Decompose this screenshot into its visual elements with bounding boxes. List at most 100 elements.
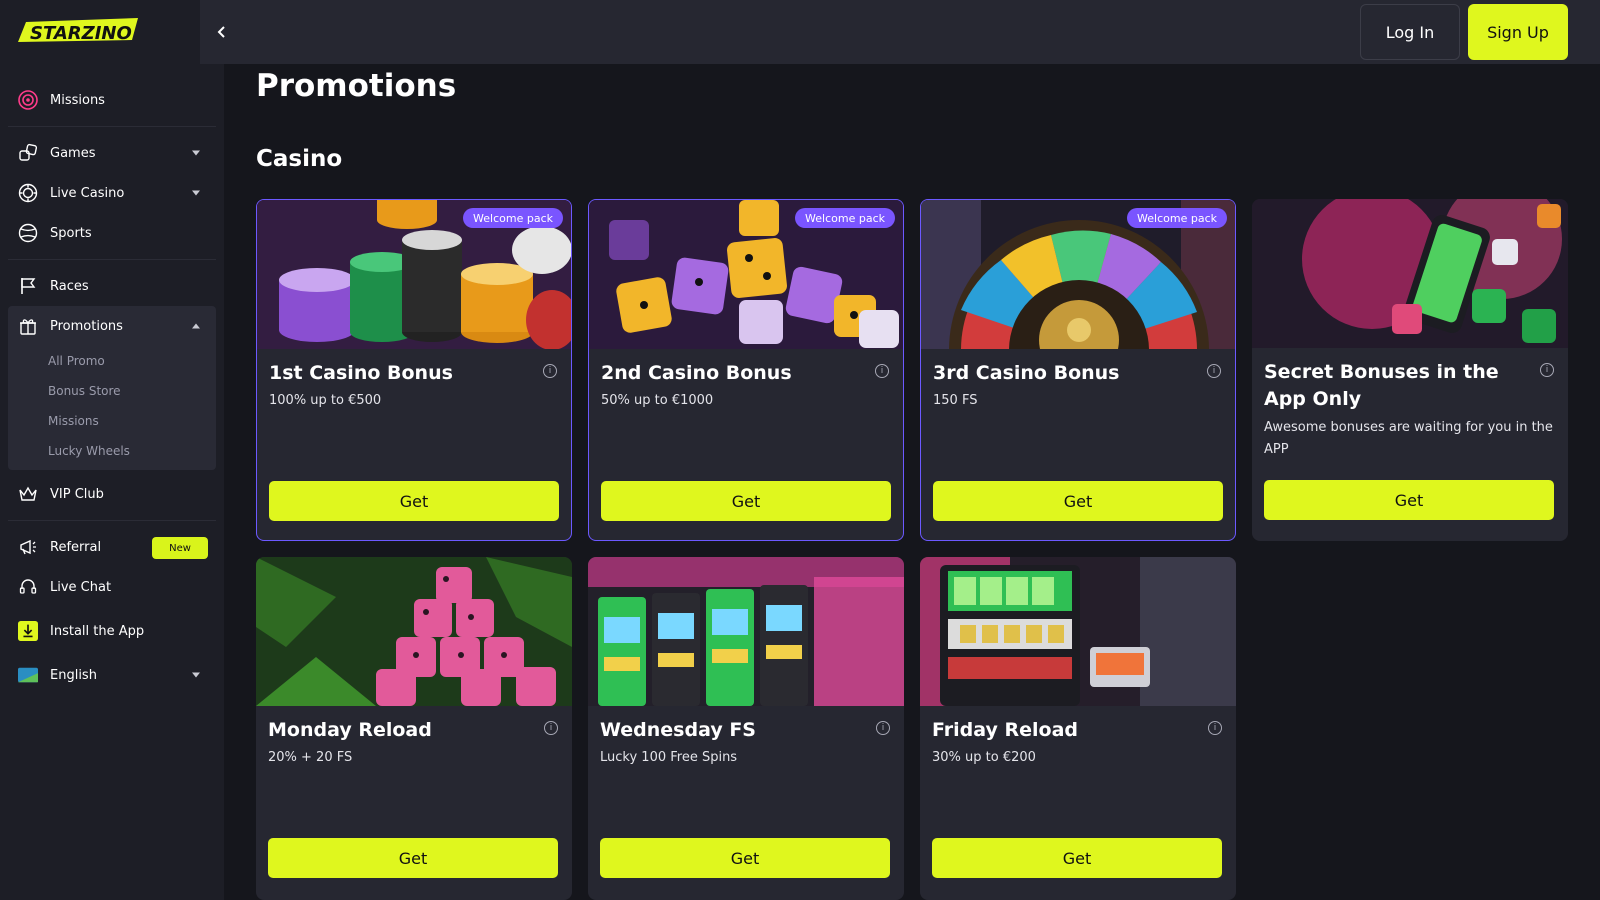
welcome-pack-badge: Welcome pack [1127, 208, 1227, 228]
info-icon[interactable]: i [1207, 364, 1221, 378]
promo-card-1st-casino-bonus[interactable]: Welcome pack 1st Casino Bonus i 100% up … [256, 199, 572, 541]
signup-button[interactable]: Sign Up [1468, 4, 1568, 60]
sidebar-item-label: Live Chat [50, 579, 112, 595]
sidebar-item-games[interactable]: Games [8, 133, 216, 173]
promo-description: 30% up to €200 [932, 750, 1036, 765]
chevron-left-icon [217, 26, 225, 38]
promo-image-phone [1252, 199, 1568, 348]
promo-image-pink-dice [256, 557, 572, 706]
get-button[interactable]: Get [1264, 480, 1554, 520]
get-button[interactable]: Get [932, 838, 1222, 878]
promo-card-2nd-casino-bonus[interactable]: Welcome pack 2nd Casino Bonus i 50% up t… [588, 199, 904, 541]
sidebar-item-label: Install the App [50, 623, 145, 639]
promo-title: 3rd Casino Bonus [933, 362, 1120, 384]
promo-title: 2nd Casino Bonus [601, 362, 792, 384]
promo-card-friday-reload[interactable]: Friday Reload i 30% up to €200 Get [920, 557, 1236, 900]
sidebar-item-label: Referral [50, 539, 102, 555]
divider [8, 520, 216, 521]
chip-icon [18, 183, 38, 203]
new-badge: New [152, 537, 208, 559]
flag-en-icon [18, 665, 38, 685]
language-selector[interactable]: English [8, 655, 216, 695]
section-title: Casino [256, 146, 343, 172]
chevron-up-icon [192, 323, 200, 329]
promo-description: 100% up to €500 [269, 393, 382, 408]
promo-card-wednesday-fs[interactable]: Wednesday FS i Lucky 100 Free Spins Get [588, 557, 904, 900]
welcome-pack-badge: Welcome pack [463, 208, 563, 228]
sidebar-subitem-lucky-wheels[interactable]: Lucky Wheels [8, 436, 216, 466]
promo-card-monday-reload[interactable]: Monday Reload i 20% + 20 FS Get [256, 557, 572, 900]
promo-title: Secret Bonuses in the App Only [1264, 361, 1499, 410]
promo-image-slot-machines [588, 557, 904, 706]
promo-description: 150 FS [933, 393, 978, 408]
get-button[interactable]: Get [933, 481, 1223, 521]
info-icon[interactable]: i [543, 364, 557, 378]
promo-card-3rd-casino-bonus[interactable]: Welcome pack 3rd Casino Bonus i 150 FS G… [920, 199, 1236, 541]
info-icon[interactable]: i [875, 364, 889, 378]
promo-title: Friday Reload [932, 719, 1078, 741]
sidebar-item-label: Missions [50, 92, 105, 108]
promotions-group: Promotions All Promo Bonus Store Mission… [8, 306, 216, 470]
sidebar-item-sports[interactable]: Sports [8, 213, 216, 253]
promo-title: Wednesday FS [600, 719, 756, 741]
target-icon [18, 90, 38, 110]
chevron-down-icon [192, 150, 200, 156]
language-label: English [50, 667, 97, 683]
sidebar-item-promotions[interactable]: Promotions [8, 306, 216, 346]
welcome-pack-badge: Welcome pack [795, 208, 895, 228]
sidebar-item-vip-club[interactable]: VIP Club [8, 474, 216, 514]
promo-description: Lucky 100 Free Spins [600, 750, 738, 765]
info-icon[interactable]: i [544, 721, 558, 735]
sidebar-item-label: Races [50, 278, 89, 294]
chevron-down-icon [192, 672, 200, 678]
sidebar-item-missions[interactable]: Missions [8, 80, 216, 120]
page-title: Promotions [256, 68, 457, 104]
sidebar-item-label: Live Casino [50, 185, 125, 201]
info-icon[interactable]: i [876, 721, 890, 735]
sidebar-item-live-casino[interactable]: Live Casino [8, 173, 216, 213]
sidebar-item-live-chat[interactable]: Live Chat [8, 567, 216, 607]
promo-image-dice: Welcome pack [589, 200, 903, 349]
gift-icon [18, 316, 38, 336]
sidebar-subitem-bonus-store[interactable]: Bonus Store [8, 376, 216, 406]
get-button[interactable]: Get [600, 838, 890, 878]
sidebar-item-label: Sports [50, 225, 92, 241]
promo-title: Monday Reload [268, 719, 432, 741]
ball-icon [18, 223, 38, 243]
sidebar-subitem-all-promo[interactable]: All Promo [8, 346, 216, 376]
sidebar-item-races[interactable]: Races [8, 266, 216, 306]
promo-description: 50% up to €1000 [601, 393, 714, 408]
get-button[interactable]: Get [268, 838, 558, 878]
collapse-sidebar-button[interactable] [210, 20, 234, 44]
sidebar-item-label: Games [50, 145, 96, 161]
promo-title: 1st Casino Bonus [269, 362, 453, 384]
sidebar-item-install-app[interactable]: Install the App [8, 611, 216, 651]
top-bar: Log In Sign Up [200, 0, 1600, 64]
svg-text:STARZINO: STARZINO [30, 23, 132, 44]
promo-image-roulette: Welcome pack [921, 200, 1235, 349]
dice-icon [18, 143, 38, 163]
sidebar-subitem-missions[interactable]: Missions [8, 406, 216, 436]
download-icon [18, 621, 38, 641]
sidebar-item-label: VIP Club [50, 486, 104, 502]
get-button[interactable]: Get [601, 481, 891, 521]
promo-image-slot-machine [920, 557, 1236, 706]
chevron-down-icon [192, 190, 200, 196]
sidebar-item-referral[interactable]: Referral New [8, 527, 216, 567]
get-button[interactable]: Get [269, 481, 559, 521]
divider [8, 126, 216, 127]
info-icon[interactable]: i [1540, 363, 1554, 377]
login-button[interactable]: Log In [1360, 4, 1460, 60]
promo-card-secret-bonuses[interactable]: Secret Bonuses in the App Only i Awesome… [1252, 199, 1568, 541]
flag-icon [18, 276, 38, 296]
sidebar: STARZINO Missions Games Live Casino Spor… [0, 0, 224, 900]
promo-description: Awesome bonuses are waiting for you in t… [1264, 420, 1553, 457]
promo-description: 20% + 20 FS [268, 750, 353, 765]
headset-icon [18, 577, 38, 597]
sidebar-nav: Missions Games Live Casino Sports Races … [8, 80, 216, 695]
starzino-logo[interactable]: STARZINO [16, 16, 140, 50]
info-icon[interactable]: i [1208, 721, 1222, 735]
divider [8, 259, 216, 260]
crown-icon [18, 484, 38, 504]
promo-image-chips: Welcome pack [257, 200, 571, 349]
